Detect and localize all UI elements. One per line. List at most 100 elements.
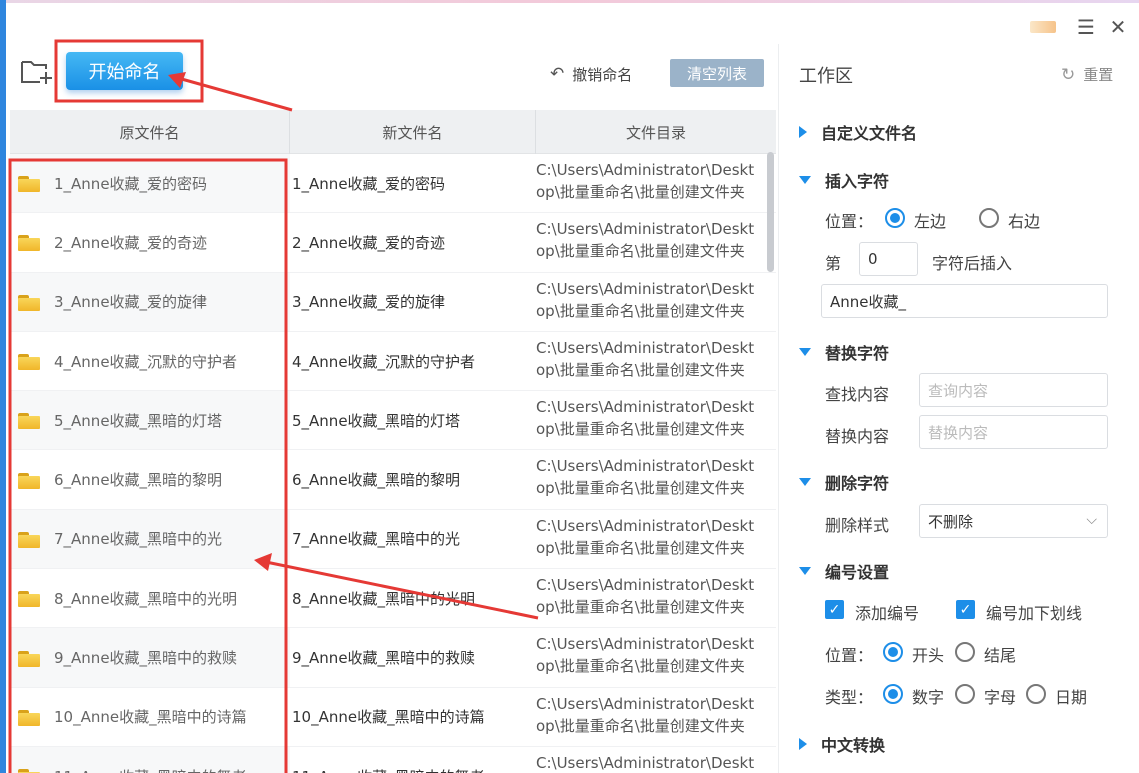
directory-line-2: op\批量重命名\批量创建文件夹 xyxy=(536,479,745,498)
insert-left-radio[interactable] xyxy=(885,208,905,228)
collapse-arrow-icon xyxy=(799,176,811,184)
directory-line-1: C:\Users\Administrator\Deskt xyxy=(536,457,755,476)
original-name-text: 4_Anne收藏_沉默的守护者 xyxy=(54,352,238,371)
section-replace-chars[interactable]: 替换字符 xyxy=(799,340,889,364)
table-row[interactable]: 7_Anne收藏_黑暗中的光 7_Anne收藏_黑暗中的光 C:\Users\Adm… xyxy=(10,509,776,570)
menu-icon[interactable]: ☰ xyxy=(1074,14,1098,40)
table-row[interactable]: 9_Anne收藏_黑暗中的救赎 9_Anne收藏_黑暗中的救赎 C:\Users\A… xyxy=(10,628,776,688)
directory-line-1: C:\Users\Administrator\Deskt xyxy=(536,516,755,535)
number-end-radio[interactable] xyxy=(955,642,975,662)
directory-line-2: op\批量重命名\批量创建文件夹 xyxy=(536,183,745,201)
directory-cell: C:\Users\Administrator\Deskt op\批量重命名\批量创… xyxy=(536,154,776,212)
directory-cell: C:\Users\Administrator\Deskt op\批量重命名\批量创… xyxy=(536,688,776,746)
clear-list-button[interactable]: 清空列表 xyxy=(670,59,764,87)
section-numbering-label: 编号设置 xyxy=(825,563,890,582)
insert-text-input[interactable]: Anne收藏_ xyxy=(821,284,1108,318)
directory-line-1: C:\Users\Administrator\Deskt xyxy=(536,338,755,357)
directory-line-1: C:\Users\Administrator\Deskt xyxy=(536,576,755,595)
directory-line-1: C:\Users\Administrator\Deskt xyxy=(536,694,755,713)
header-original-name[interactable]: 原文件名 xyxy=(10,110,290,154)
skin-icon[interactable] xyxy=(1028,14,1058,40)
section-chinese-label: 中文转换 xyxy=(821,736,886,755)
directory-line-2: op\批量重命名\批量创建文件夹 xyxy=(536,301,745,320)
reset-button[interactable]: ↻ 重置 xyxy=(1061,64,1113,85)
table-row[interactable]: 5_Anne收藏_黑暗的灯塔 5_Anne收藏_黑暗的灯塔 C:\Users\Adm… xyxy=(10,391,776,451)
type-digit-label: 数字 xyxy=(912,688,945,707)
section-custom-filename[interactable]: 自定义文件名 xyxy=(799,120,917,144)
section-chinese-convert[interactable]: 中文转换 xyxy=(799,732,885,756)
new-name-cell: 2_Anne收藏_爱的奇迹 xyxy=(292,233,446,252)
new-name-cell: 8_Anne收藏_黑暗中的光明 xyxy=(292,589,476,608)
start-rename-button[interactable]: 开始命名 xyxy=(66,52,183,90)
original-name-cell: 2_Anne收藏_爱的奇迹 xyxy=(10,213,290,271)
original-name-cell: 6_Anne收藏_黑暗的黎明 xyxy=(10,450,290,508)
table-row[interactable]: 6_Anne收藏_黑暗的黎明 6_Anne收藏_黑暗的黎明 C:\Users\Adm… xyxy=(10,450,776,510)
file-table: 原文件名 新文件名 文件目录 1_Anne收藏_爱的密码 1_Anne收藏_爱的密… xyxy=(10,110,776,773)
directory-line-2: op\批量重命名\批量创建文件夹 xyxy=(536,538,745,557)
table-row[interactable]: 2_Anne收藏_爱的奇迹 2_Anne收藏_爱的奇迹 C:\Users\Admin… xyxy=(10,213,776,273)
new-name-cell: 4_Anne收藏_沉默的守护者 xyxy=(292,352,476,371)
type-date-radio[interactable] xyxy=(1026,684,1046,704)
section-delete-chars[interactable]: 删除字符 xyxy=(799,470,889,494)
delete-style-label: 删除样式 xyxy=(825,516,890,535)
table-row[interactable]: 11_Anne收藏_黑暗中的舞者11_Anne收藏_黑暗中的舞者C:\Users… xyxy=(10,746,776,773)
table-row[interactable]: 1_Anne收藏_爱的密码 1_Anne收藏_爱的密码 C:\Users\Admin… xyxy=(10,154,776,214)
find-label: 查找内容 xyxy=(825,385,890,404)
header-directory[interactable]: 文件目录 xyxy=(536,110,776,154)
table-scrollbar[interactable] xyxy=(767,152,774,272)
original-name-text: 9_Anne收藏_黑暗中的救赎 xyxy=(54,649,238,668)
new-name-cell: 3_Anne收藏_爱的旋律 xyxy=(292,293,446,312)
undo-rename-button[interactable]: ↶ 撤销命名 xyxy=(550,62,632,86)
original-name-cell: 5_Anne收藏_黑暗的灯塔 xyxy=(10,391,290,450)
folder-icon xyxy=(18,649,40,667)
section-replace-label: 替换字符 xyxy=(825,344,890,363)
original-name-text: 5_Anne收藏_黑暗的灯塔 xyxy=(54,411,223,430)
section-insert-chars[interactable]: 插入字符 xyxy=(799,168,889,192)
new-name-cell: 7_Anne收藏_黑暗中的光 xyxy=(292,530,461,549)
table-row[interactable]: 4_Anne收藏_沉默的守护者 4_Anne收藏_沉默的守护者 C:\Users\A… xyxy=(10,332,776,392)
add-number-checkbox[interactable]: ✓ xyxy=(825,600,844,619)
original-name-cell: 10_Anne收藏_黑暗中的诗篇 xyxy=(10,688,290,746)
directory-cell: C:\Users\Administrator\Deskt op\批量重命名\批量创… xyxy=(536,273,776,331)
undo-rename-label: 撤销命名 xyxy=(572,65,633,84)
section-numbering[interactable]: 编号设置 xyxy=(799,559,889,583)
directory-line-1: C:\Users\Administrator\Deskt xyxy=(536,635,755,654)
workspace-panel: 工作区 ↻ 重置 自定义文件名 插入字符 位置： 左边 右边 第 0 字符后插入… xyxy=(778,44,1139,773)
collapse-arrow-icon xyxy=(799,478,811,486)
find-input[interactable]: 查询内容 xyxy=(919,373,1108,407)
directory-line-1: C:\Users\Administrator\Deskt xyxy=(536,279,755,298)
original-name-text: 3_Anne收藏_爱的旋律 xyxy=(54,293,208,312)
type-letter-radio[interactable] xyxy=(955,684,975,704)
close-icon[interactable]: ✕ xyxy=(1106,14,1130,40)
table-row[interactable]: 3_Anne收藏_爱的旋律 3_Anne收藏_爱的旋律 C:\Users\Admin… xyxy=(10,272,776,332)
header-new-name[interactable]: 新文件名 xyxy=(290,110,536,154)
directory-line-2: op\批量重命名\批量创建文件夹 xyxy=(536,716,745,735)
app-window: ☰ ✕ 开始命名 ↶ 撤销命名 清空列表 原文件名 新文件名 文件目录 1_An… xyxy=(0,0,1139,773)
directory-cell: C:\Users\Administrator\Deskt op\批量重命名\批量创… xyxy=(536,450,776,508)
delete-style-select[interactable]: 不删除 ⌵ xyxy=(919,504,1108,538)
directory-cell: C:\Users\Administrator\Deskt op\批量重命名\批量创… xyxy=(536,332,776,390)
add-folder-icon[interactable] xyxy=(18,56,54,88)
original-name-text: 10_Anne收藏_黑暗中的诗篇 xyxy=(54,708,247,727)
insert-position-input[interactable]: 0 xyxy=(859,242,918,276)
directory-line-2: op\批量重命名\批量创建文件夹 xyxy=(536,360,745,379)
table-body: 1_Anne收藏_爱的密码 1_Anne收藏_爱的密码 C:\Users\Admin… xyxy=(10,154,776,773)
directory-line-1: C:\Users\Administrator\Deskt xyxy=(536,220,755,239)
directory-cell: C:\Users\Administrator\Deskt op\批量重命名\批量创… xyxy=(536,391,776,449)
directory-line-2: op\批量重命名\批量创建文件夹 xyxy=(536,242,745,261)
folder-icon xyxy=(18,293,40,311)
new-name-cell: 1_Anne收藏_爱的密码 xyxy=(292,174,446,193)
table-row[interactable]: 8_Anne收藏_黑暗中的光明 8_Anne收藏_黑暗中的光明 C:\Users\A… xyxy=(10,569,776,629)
table-row[interactable]: 10_Anne收藏_黑暗中的诗篇 10_Anne收藏_黑暗中的诗篇 C:\Users… xyxy=(10,688,776,747)
number-underline-checkbox[interactable]: ✓ xyxy=(956,600,975,619)
new-name-cell: 11_Anne收藏_黑暗中的舞者 xyxy=(290,747,536,773)
directory-cell: C:\Users\Administrator\Deskt op\批量重命名\批量创… xyxy=(536,569,776,627)
number-type-label: 类型： xyxy=(825,688,874,707)
type-digit-radio[interactable] xyxy=(883,684,903,704)
insert-right-radio[interactable] xyxy=(979,208,999,228)
directory-line-2: op\批量重命名\批量创建文件夹 xyxy=(536,598,745,617)
title-bar-strip xyxy=(0,0,1139,3)
replace-input[interactable]: 替换内容 xyxy=(919,415,1108,449)
number-start-radio[interactable] xyxy=(883,642,903,662)
collapse-arrow-icon xyxy=(799,567,811,575)
